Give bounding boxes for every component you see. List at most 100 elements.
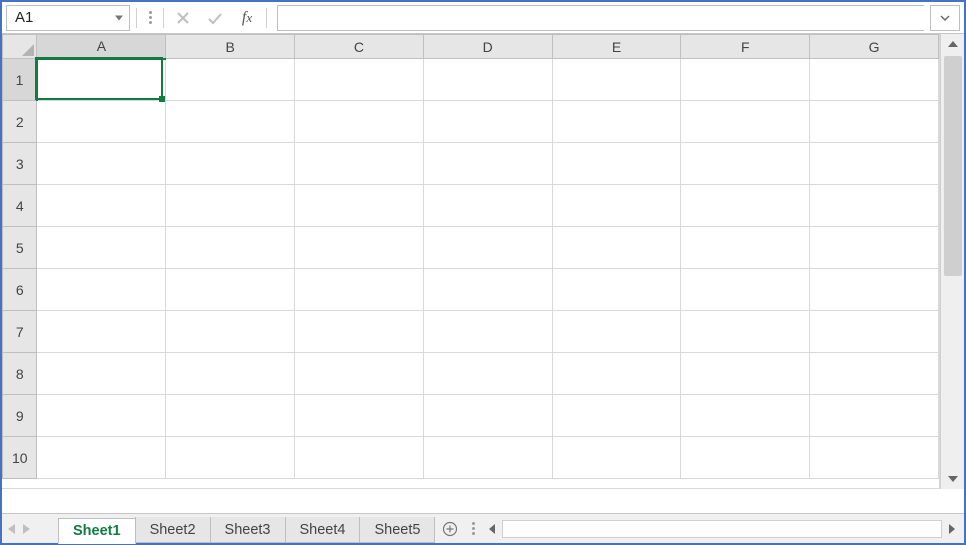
cell[interactable] (295, 437, 424, 479)
horizontal-scroll-thumb[interactable] (503, 521, 941, 537)
cell[interactable] (552, 59, 681, 101)
new-sheet-button[interactable] (434, 514, 466, 543)
cell[interactable] (37, 311, 166, 353)
cell[interactable] (552, 143, 681, 185)
cell[interactable] (681, 437, 810, 479)
cell[interactable] (423, 101, 552, 143)
cell[interactable] (295, 143, 424, 185)
cell[interactable] (810, 353, 939, 395)
confirm-edit-button[interactable] (202, 5, 228, 31)
sheet-tab[interactable]: Sheet3 (210, 517, 286, 543)
cell[interactable] (681, 185, 810, 227)
cell[interactable] (681, 59, 810, 101)
name-box[interactable]: A1 (6, 5, 130, 31)
row-header[interactable]: 6 (3, 269, 37, 311)
cell[interactable] (37, 269, 166, 311)
cell[interactable] (552, 101, 681, 143)
row-header[interactable]: 5 (3, 227, 37, 269)
cell[interactable] (166, 311, 295, 353)
column-header[interactable]: A (37, 35, 166, 59)
cell[interactable] (295, 59, 424, 101)
cell[interactable] (295, 101, 424, 143)
cell[interactable] (295, 227, 424, 269)
sheet-tab[interactable]: Sheet2 (135, 517, 211, 543)
sheet-tab[interactable]: Sheet1 (58, 518, 136, 544)
row-header[interactable]: 3 (3, 143, 37, 185)
expand-formula-bar-button[interactable] (930, 5, 960, 31)
column-header[interactable]: C (295, 35, 424, 59)
column-header[interactable]: E (552, 35, 681, 59)
cell[interactable] (552, 269, 681, 311)
cell[interactable] (423, 353, 552, 395)
cell[interactable] (552, 353, 681, 395)
cell[interactable] (681, 395, 810, 437)
cell[interactable] (37, 185, 166, 227)
row-header[interactable]: 7 (3, 311, 37, 353)
sheet-tab[interactable]: Sheet4 (285, 517, 361, 543)
sheet-tab[interactable]: Sheet5 (359, 517, 435, 543)
cell[interactable] (810, 101, 939, 143)
name-box-resize-handle[interactable] (143, 11, 157, 24)
cell[interactable] (552, 227, 681, 269)
cell[interactable] (810, 311, 939, 353)
cell[interactable] (166, 143, 295, 185)
tab-scroll-right-button[interactable] (23, 524, 30, 534)
cell[interactable] (37, 101, 166, 143)
scroll-right-button[interactable] (942, 519, 962, 539)
cell[interactable] (681, 269, 810, 311)
cell[interactable] (166, 395, 295, 437)
cell[interactable] (37, 353, 166, 395)
cell[interactable] (423, 143, 552, 185)
cell[interactable] (810, 227, 939, 269)
column-header[interactable]: D (423, 35, 552, 59)
cell[interactable] (37, 395, 166, 437)
cell[interactable] (37, 227, 166, 269)
cell[interactable] (423, 395, 552, 437)
cell[interactable] (552, 185, 681, 227)
scroll-up-button[interactable] (941, 34, 965, 54)
cell[interactable] (423, 185, 552, 227)
cell[interactable] (295, 395, 424, 437)
cell[interactable] (810, 59, 939, 101)
cell[interactable] (166, 227, 295, 269)
cell[interactable] (295, 311, 424, 353)
cell[interactable] (423, 269, 552, 311)
vertical-scroll-thumb[interactable] (944, 56, 962, 276)
insert-function-button[interactable]: fx (234, 5, 260, 31)
cell[interactable] (423, 227, 552, 269)
scroll-left-button[interactable] (482, 519, 502, 539)
row-header[interactable]: 4 (3, 185, 37, 227)
cell[interactable] (295, 185, 424, 227)
cell[interactable] (681, 311, 810, 353)
select-all-corner[interactable] (3, 35, 37, 59)
row-header[interactable]: 8 (3, 353, 37, 395)
cell[interactable] (423, 59, 552, 101)
cell[interactable] (166, 353, 295, 395)
cell[interactable] (423, 311, 552, 353)
tab-splitter-handle[interactable] (466, 514, 480, 543)
cell[interactable] (166, 59, 295, 101)
cell[interactable] (681, 101, 810, 143)
cell[interactable] (166, 185, 295, 227)
cell[interactable] (552, 311, 681, 353)
vertical-scrollbar[interactable] (940, 34, 964, 489)
cell[interactable] (810, 185, 939, 227)
worksheet-grid[interactable]: A B C D E F G 1 2 3 4 5 6 7 (2, 34, 940, 489)
cell[interactable] (166, 101, 295, 143)
scroll-down-button[interactable] (941, 469, 965, 489)
cell[interactable] (166, 437, 295, 479)
row-header[interactable]: 9 (3, 395, 37, 437)
cell[interactable] (810, 143, 939, 185)
row-header[interactable]: 1 (3, 59, 37, 101)
cell[interactable] (37, 437, 166, 479)
cell[interactable] (37, 143, 166, 185)
cell[interactable] (423, 437, 552, 479)
cell[interactable] (810, 437, 939, 479)
cell[interactable] (295, 353, 424, 395)
horizontal-scroll-track[interactable] (502, 520, 942, 538)
cell[interactable] (552, 437, 681, 479)
cell[interactable] (681, 353, 810, 395)
cell[interactable] (810, 395, 939, 437)
column-header[interactable]: B (166, 35, 295, 59)
cell[interactable] (37, 59, 166, 101)
